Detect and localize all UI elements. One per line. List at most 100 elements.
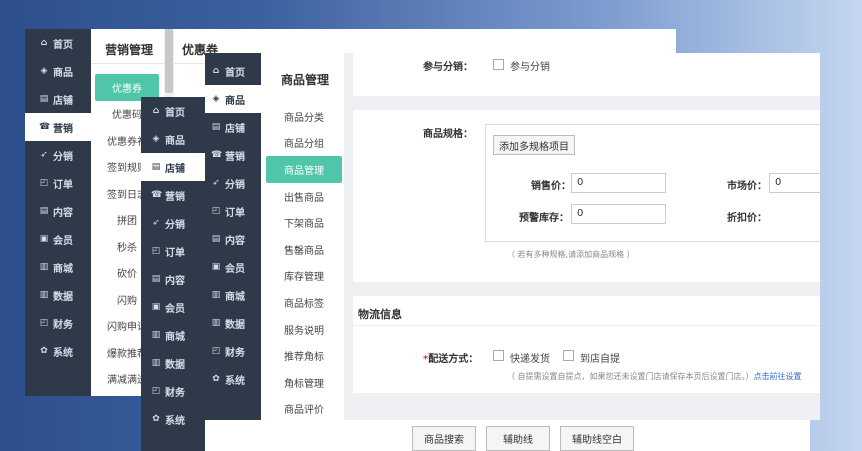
submenu-item[interactable]: 推荐角标 bbox=[266, 342, 342, 369]
data-icon: ▥ bbox=[151, 358, 161, 368]
submenu-item[interactable]: 售罄商品 bbox=[266, 236, 342, 263]
nav-item-finance[interactable]: ◰ 财务 bbox=[141, 377, 207, 405]
guide-blank-button[interactable]: 辅助线空白 bbox=[560, 426, 634, 451]
submenu-item[interactable]: 服务说明 bbox=[266, 316, 342, 343]
warn-stock-input[interactable]: 0 bbox=[571, 204, 666, 224]
bottom-toolbar: 商品搜索 辅助线 辅助线空白 bbox=[205, 420, 810, 451]
scrollbar-thumb[interactable] bbox=[165, 29, 173, 93]
nav-item-marketing[interactable]: ☎ 营销 bbox=[25, 113, 91, 141]
nav-item-label: 订单 bbox=[165, 247, 185, 259]
nav-item-mall[interactable]: ▥ 商城 bbox=[205, 281, 261, 309]
guide-line-button[interactable]: 辅助线 bbox=[486, 426, 550, 451]
nav-item-home[interactable]: ⌂ 首页 bbox=[141, 97, 207, 125]
nav-item-marketing[interactable]: ☎ 营销 bbox=[141, 181, 207, 209]
nav-item-data[interactable]: ▥ 数据 bbox=[25, 281, 91, 309]
nav-item-label: 系统 bbox=[165, 415, 185, 427]
nav-item-label: 营销 bbox=[53, 123, 73, 135]
nav-item-label: 商城 bbox=[53, 263, 73, 275]
delivery-settings-link[interactable]: 点击前往设置 bbox=[754, 372, 802, 381]
submenu-item[interactable]: 出售商品 bbox=[266, 183, 342, 210]
nav-item-mall[interactable]: ▥ 商城 bbox=[25, 253, 91, 281]
nav-item-label: 会员 bbox=[53, 235, 73, 247]
price-input[interactable]: 0 bbox=[571, 173, 666, 193]
nav-item-label: 财务 bbox=[53, 319, 73, 331]
nav-item-label: 店铺 bbox=[165, 163, 185, 175]
store-icon: ▤ bbox=[39, 94, 49, 104]
nav-item-settings[interactable]: ✿ 系统 bbox=[205, 365, 261, 393]
gray-band-3 bbox=[345, 393, 820, 420]
submenu-item[interactable]: 商品标签 bbox=[266, 289, 342, 316]
goods-window: ⌂ 首页 ◈ 商品 ▤ 店铺 ☎ 营销 ➶ 分销 ◰ 订单 ▤ 内容 ▣ 会员 ▥ 商城 ▥ 数据 ◰ 财务 ✿ 系统 商品管… bbox=[205, 53, 820, 420]
add-spec-button[interactable]: 添加多规格项目 bbox=[493, 135, 575, 155]
marketing-icon: ☎ bbox=[39, 122, 51, 132]
submenu-item[interactable]: 库存管理 bbox=[266, 263, 342, 290]
home-icon: ⌂ bbox=[152, 106, 160, 116]
express-checkbox[interactable] bbox=[493, 350, 504, 361]
submenu-item[interactable]: 下架商品 bbox=[266, 209, 342, 236]
marketing-icon: ☎ bbox=[151, 190, 163, 200]
nav-item-cube[interactable]: ◈ 商品 bbox=[25, 57, 91, 85]
nav-item-mall[interactable]: ▥ 商城 bbox=[141, 321, 207, 349]
nav-item-share[interactable]: ➶ 分销 bbox=[25, 141, 91, 169]
nav-item-home[interactable]: ⌂ 首页 bbox=[205, 57, 261, 85]
home-icon: ⌂ bbox=[40, 38, 48, 48]
nav-item-home[interactable]: ⌂ 首页 bbox=[25, 29, 91, 57]
member-icon: ▣ bbox=[151, 302, 161, 312]
submenu-item[interactable]: 角标管理 bbox=[266, 369, 342, 396]
nav-item-order[interactable]: ◰ 订单 bbox=[205, 197, 261, 225]
nav-item-member[interactable]: ▣ 会员 bbox=[25, 225, 91, 253]
nav-item-finance[interactable]: ◰ 财务 bbox=[25, 309, 91, 337]
nav-item-label: 内容 bbox=[225, 235, 245, 247]
nav-item-store[interactable]: ▤ 店铺 bbox=[205, 113, 261, 141]
nav-item-finance[interactable]: ◰ 财务 bbox=[205, 337, 261, 365]
goods-search-button[interactable]: 商品搜索 bbox=[412, 426, 476, 451]
gray-band-1 bbox=[345, 96, 820, 110]
delivery-label-text: 配送方式： bbox=[428, 354, 479, 365]
delivery-label: *配送方式： bbox=[423, 350, 478, 365]
submenu-item[interactable]: 商品管理 bbox=[266, 156, 342, 183]
cube-icon: ◈ bbox=[212, 94, 220, 104]
store-icon: ▤ bbox=[211, 122, 221, 132]
nav-item-content[interactable]: ▤ 内容 bbox=[25, 197, 91, 225]
nav-item-marketing[interactable]: ☎ 营销 bbox=[205, 141, 261, 169]
spec-hint: （ 若有多种规格,请添加商品规格 ） bbox=[507, 250, 635, 259]
nav-item-content[interactable]: ▤ 内容 bbox=[205, 225, 261, 253]
nav-item-label: 数据 bbox=[165, 359, 185, 371]
content-icon: ▤ bbox=[211, 234, 221, 244]
nav-item-label: 订单 bbox=[53, 179, 73, 191]
nav-item-data[interactable]: ▥ 数据 bbox=[141, 349, 207, 377]
goods-submenu: 商品分类 商品分组 商品管理 出售商品 下架商品 售罄商品 库存管理 商品标签 服务说明 推荐角标… bbox=[266, 103, 342, 420]
nav-item-data[interactable]: ▥ 数据 bbox=[205, 309, 261, 337]
nav-item-store[interactable]: ▤ 店铺 bbox=[25, 85, 91, 113]
distribution-checkbox[interactable] bbox=[493, 59, 504, 70]
submenu-item[interactable]: 商品评价 bbox=[266, 396, 342, 420]
nav-item-cube[interactable]: ◈ 商品 bbox=[141, 125, 207, 153]
market-price-input[interactable]: 0 bbox=[769, 173, 820, 193]
nav-sidebar-2: ⌂ 首页 ◈ 商品 ▤ 店铺 ☎ 营销 ➶ 分销 ◰ 订单 ▤ 内容 ▣ 会员 ▥ 商城 ▥ 数据 ◰ 财务 ✿ 系统 bbox=[141, 97, 207, 451]
submenu-item[interactable]: 商品分类 bbox=[266, 103, 342, 130]
nav-item-label: 数据 bbox=[53, 291, 73, 303]
nav-item-label: 数据 bbox=[225, 319, 245, 331]
nav-item-settings[interactable]: ✿ 系统 bbox=[25, 337, 91, 365]
nav-item-label: 会员 bbox=[225, 263, 245, 275]
mall-icon: ▥ bbox=[39, 262, 49, 272]
nav-item-order[interactable]: ◰ 订单 bbox=[25, 169, 91, 197]
nav-item-share[interactable]: ➶ 分销 bbox=[205, 169, 261, 197]
nav-item-share[interactable]: ➶ 分销 bbox=[141, 209, 207, 237]
member-icon: ▣ bbox=[39, 234, 49, 244]
nav-item-member[interactable]: ▣ 会员 bbox=[141, 293, 207, 321]
nav-item-content[interactable]: ▤ 内容 bbox=[141, 265, 207, 293]
member-icon: ▣ bbox=[211, 262, 221, 272]
nav-item-store[interactable]: ▤ 店铺 bbox=[141, 153, 207, 181]
nav-item-cube[interactable]: ◈ 商品 bbox=[205, 85, 261, 113]
nav-item-settings[interactable]: ✿ 系统 bbox=[141, 405, 207, 433]
pickup-checkbox[interactable] bbox=[563, 350, 574, 361]
nav-item-member[interactable]: ▣ 会员 bbox=[205, 253, 261, 281]
order-icon: ◰ bbox=[151, 246, 161, 256]
nav-sidebar-3: ⌂ 首页 ◈ 商品 ▤ 店铺 ☎ 营销 ➶ 分销 ◰ 订单 ▤ 内容 ▣ 会员 ▥ 商城 ▥ 数据 ◰ 财务 ✿ 系统 bbox=[205, 53, 261, 420]
submenu-item[interactable]: 商品分组 bbox=[266, 130, 342, 157]
nav-item-order[interactable]: ◰ 订单 bbox=[141, 237, 207, 265]
delivery-hint: （ 自提需设置自提点，如果您还未设置门店请保存本页后设置门店。）点击前往设置 bbox=[507, 371, 802, 382]
nav-item-label: 会员 bbox=[165, 303, 185, 315]
pickup-option: 到店自提 bbox=[580, 354, 620, 365]
